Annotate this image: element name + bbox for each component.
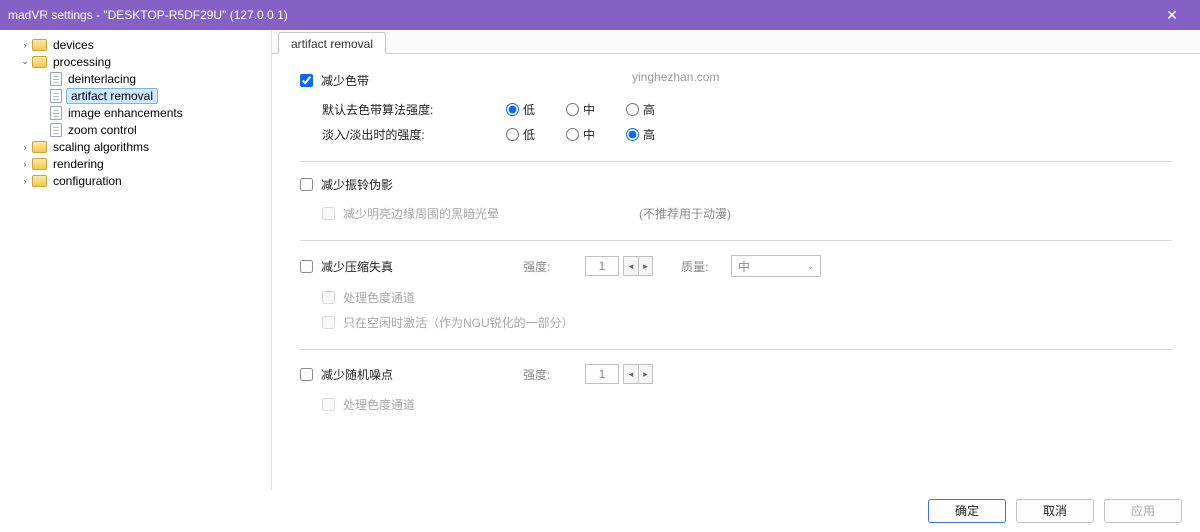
settings-panel: yinghezhan.com 减少色带 默认去色带算法强度: 低 中 高 淡入/… xyxy=(272,54,1200,490)
label-strength: 强度: xyxy=(523,366,573,383)
radio-deband-high[interactable] xyxy=(626,103,639,116)
checkbox-reduce-banding[interactable] xyxy=(300,74,313,87)
spinner-compression-strength: ◂ ▸ xyxy=(585,256,653,276)
chevron-down-icon: ⌄ xyxy=(806,261,814,272)
checkbox-dark-halo[interactable] xyxy=(322,207,335,220)
tree-item-configuration[interactable]: › configuration xyxy=(0,172,267,189)
titlebar: madVR settings - "DESKTOP-R5DF29U" (127.… xyxy=(0,0,1200,30)
tree-item-scaling-algorithms[interactable]: › scaling algorithms xyxy=(0,138,267,155)
label-reduce-compression: 减少压缩失真 xyxy=(321,258,393,275)
label-reduce-noise: 减少随机噪点 xyxy=(321,366,393,383)
label-dark-halo: 减少明亮边缘周围的黑暗光晕 xyxy=(343,205,499,222)
label-quality: 质量: xyxy=(681,258,721,275)
folder-icon xyxy=(32,39,47,51)
input-noise-strength[interactable] xyxy=(585,364,619,384)
radio-deband-low[interactable] xyxy=(506,103,519,116)
select-compression-quality[interactable]: 中 ⌄ xyxy=(731,255,821,277)
tab-strip: artifact removal xyxy=(272,30,1200,54)
spinner-noise-strength: ◂ ▸ xyxy=(585,364,653,384)
label-fade-deband-strength: 淡入/淡出时的强度: xyxy=(322,126,506,143)
tree-item-devices[interactable]: › devices xyxy=(0,36,267,53)
navigation-tree: › devices ⌄ processing · deinterlacing ·… xyxy=(0,30,272,490)
page-icon xyxy=(50,106,62,120)
radio-fade-low[interactable] xyxy=(506,128,519,141)
tree-item-rendering[interactable]: › rendering xyxy=(0,155,267,172)
page-icon xyxy=(50,72,62,86)
apply-button[interactable]: 应用 xyxy=(1104,499,1182,523)
folder-icon xyxy=(32,175,47,187)
tree-item-artifact-removal[interactable]: · artifact removal xyxy=(0,87,267,104)
page-icon xyxy=(50,89,62,103)
label-noise-chroma: 处理色度通道 xyxy=(343,396,415,413)
chevron-right-icon[interactable]: › xyxy=(18,159,32,169)
footer: 确定 取消 应用 xyxy=(0,490,1200,532)
radio-fade-med[interactable] xyxy=(566,128,579,141)
checkbox-noise-chroma[interactable] xyxy=(322,398,335,411)
checkbox-reduce-compression[interactable] xyxy=(300,260,313,273)
radio-fade-high[interactable] xyxy=(626,128,639,141)
watermark-text: yinghezhan.com xyxy=(632,70,719,84)
section-reduce-banding: 减少色带 默认去色带算法强度: 低 中 高 淡入/淡出时的强度: 低 中 高 xyxy=(300,72,1172,147)
label-idle-only: 只在空闲时激活（作为NGU锐化的一部分） xyxy=(343,314,574,331)
chevron-right-icon[interactable]: › xyxy=(18,176,32,186)
folder-icon xyxy=(32,141,47,153)
section-reduce-noise: 减少随机噪点 强度: ◂ ▸ 处理色度通道 xyxy=(300,364,1172,417)
separator xyxy=(300,240,1172,241)
separator xyxy=(300,161,1172,162)
chevron-down-icon[interactable]: ⌄ xyxy=(18,56,32,67)
separator xyxy=(300,349,1172,350)
tree-item-image-enhancements[interactable]: · image enhancements xyxy=(0,104,267,121)
section-reduce-ringing: 减少振铃伪影 减少明亮边缘周围的黑暗光晕 (不推荐用于动漫) xyxy=(300,176,1172,226)
folder-icon xyxy=(32,158,47,170)
input-compression-strength[interactable] xyxy=(585,256,619,276)
checkbox-idle-only[interactable] xyxy=(322,316,335,329)
radio-deband-med[interactable] xyxy=(566,103,579,116)
label-reduce-ringing: 减少振铃伪影 xyxy=(321,176,393,193)
label-default-deband-strength: 默认去色带算法强度: xyxy=(322,101,506,118)
note-not-anime: (不推荐用于动漫) xyxy=(639,205,731,222)
spinner-down-icon[interactable]: ◂ xyxy=(623,256,638,276)
tab-artifact-removal[interactable]: artifact removal xyxy=(278,32,386,54)
close-icon[interactable]: ✕ xyxy=(1152,7,1192,24)
cancel-button[interactable]: 取消 xyxy=(1016,499,1094,523)
tree-item-deinterlacing[interactable]: · deinterlacing xyxy=(0,70,267,87)
page-icon xyxy=(50,123,62,137)
section-reduce-compression: 减少压缩失真 强度: ◂ ▸ 质量: 中 ⌄ xyxy=(300,255,1172,335)
tree-item-processing[interactable]: ⌄ processing xyxy=(0,53,267,70)
tree-item-zoom-control[interactable]: · zoom control xyxy=(0,121,267,138)
label-strength: 强度: xyxy=(523,258,573,275)
spinner-up-icon[interactable]: ▸ xyxy=(638,364,653,384)
spinner-up-icon[interactable]: ▸ xyxy=(638,256,653,276)
label-compress-chroma: 处理色度通道 xyxy=(343,289,415,306)
checkbox-compress-chroma[interactable] xyxy=(322,291,335,304)
chevron-right-icon[interactable]: › xyxy=(18,142,32,152)
window-title: madVR settings - "DESKTOP-R5DF29U" (127.… xyxy=(8,8,1152,22)
ok-button[interactable]: 确定 xyxy=(928,499,1006,523)
checkbox-reduce-ringing[interactable] xyxy=(300,178,313,191)
spinner-down-icon[interactable]: ◂ xyxy=(623,364,638,384)
folder-icon xyxy=(32,56,47,68)
checkbox-reduce-noise[interactable] xyxy=(300,368,313,381)
label-reduce-banding: 减少色带 xyxy=(321,72,369,89)
chevron-right-icon[interactable]: › xyxy=(18,40,32,50)
